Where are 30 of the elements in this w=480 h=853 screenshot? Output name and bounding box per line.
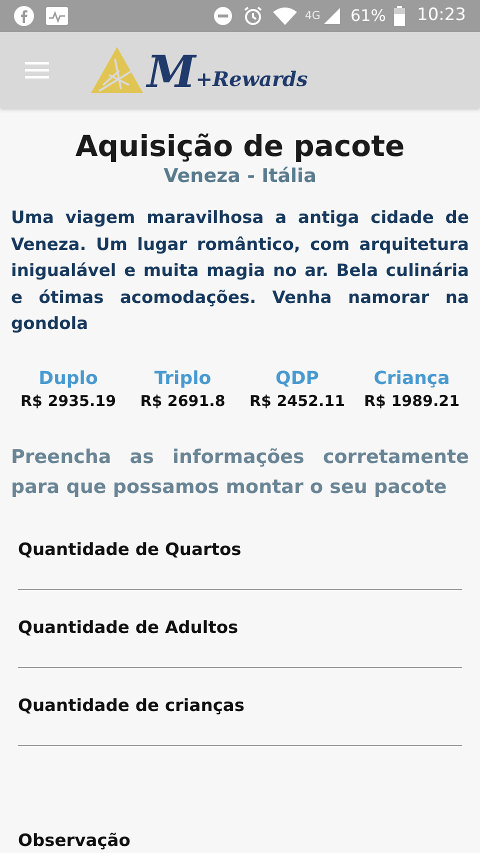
logo-text: +Rewards: [196, 69, 308, 89]
network-type: 4G: [304, 8, 320, 24]
input-field[interactable]: Quantidade de Adultos: [18, 590, 462, 668]
room-type: QDP: [276, 368, 319, 390]
description: Uma viagem maravilhosa a antiga cidade de Veneza. Um lugar romântico, com arquitetura inigualável e muita magia no ar. Bela culinária e ótimas acomodações. Venha namorar na gondola: [11, 207, 469, 336]
price: R$ 2452.11: [249, 390, 346, 412]
pulse-icon: [46, 7, 68, 25]
input-field[interactable]: Quantidade de crianças: [18, 668, 462, 746]
price: R$ 1989.21: [364, 390, 460, 412]
destination: Veneza - Itália: [162, 164, 318, 188]
wifi-icon: [272, 7, 297, 25]
room-type: Duplo: [38, 368, 98, 390]
facebook-icon: [14, 6, 34, 26]
alarm-clock-icon: [242, 6, 263, 26]
price: R$ 2935.19: [20, 390, 116, 412]
room-type: Triplo: [154, 368, 212, 390]
menu-icon[interactable]: [25, 61, 49, 79]
logo-mark: M: [147, 51, 196, 95]
price: R$ 2691.8: [140, 390, 226, 412]
input-field[interactable]: Quantidade de Quartos: [18, 512, 462, 590]
battery-icon: [394, 6, 405, 26]
instructions: Preencha as informações corretamente para que possamos montar o seu pacote: [11, 444, 469, 500]
page-title: Aquisição de pacote: [74, 128, 406, 164]
signal-icon: [324, 8, 340, 24]
triangle-icon: [89, 45, 145, 95]
battery-percent: 61%: [350, 5, 386, 27]
input-field[interactable]: Observação: [18, 802, 462, 853]
do-not-disturb-icon: [212, 6, 233, 26]
clock: 10:23: [417, 4, 466, 28]
room-type: Criança: [374, 368, 450, 390]
